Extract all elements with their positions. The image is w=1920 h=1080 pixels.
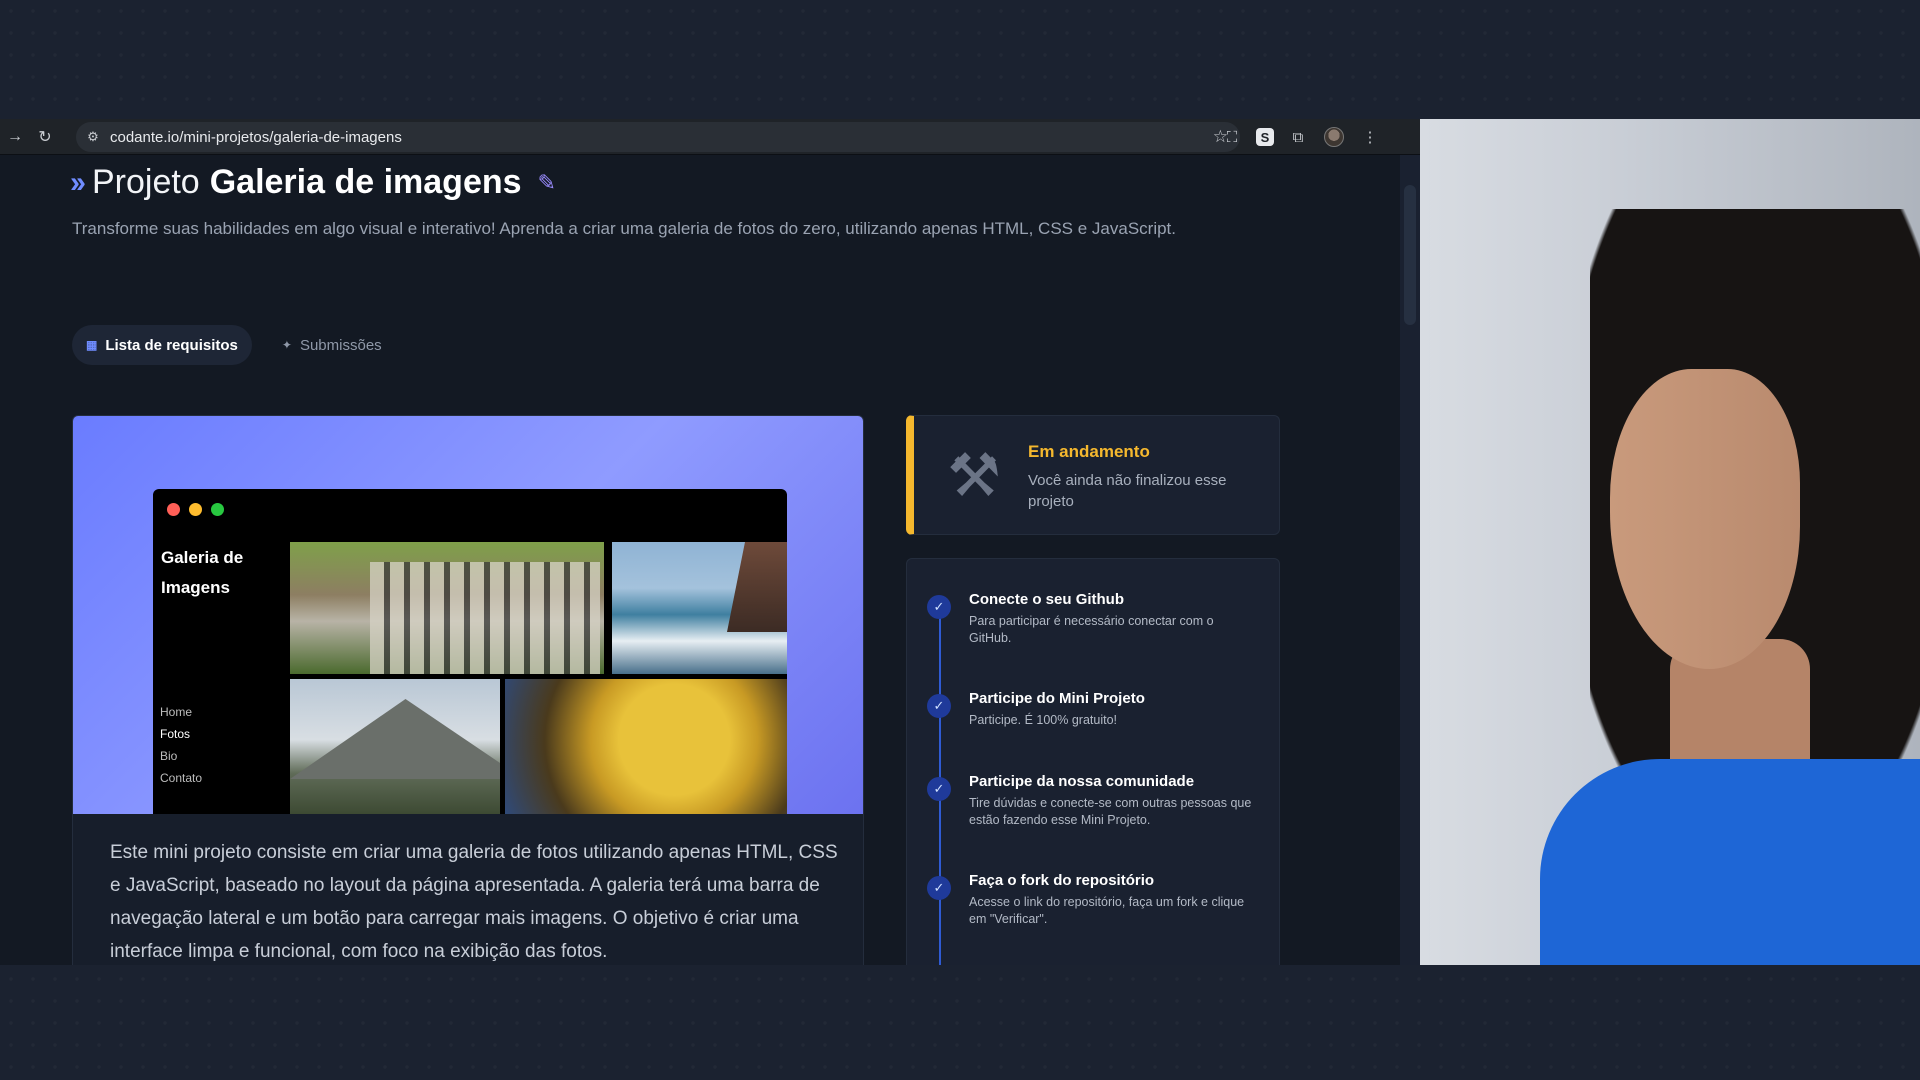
browser-toolbar: → ↻ ⚙ codante.io/mini-projetos/galeria-d… — [0, 119, 1420, 155]
tab-bar: ▦ Lista de requisitos ✦ Submissões — [72, 325, 396, 365]
tab-requirements[interactable]: ▦ Lista de requisitos — [72, 325, 252, 365]
step-title: Participe do Mini Projeto — [969, 690, 1145, 707]
status-card: ⚒ Em andamento Você ainda não finalizou … — [906, 415, 1280, 535]
yellow-dot-icon — [189, 503, 202, 516]
check-icon: ✓ — [927, 595, 951, 619]
profile-avatar[interactable] — [1322, 125, 1346, 149]
address-bar[interactable]: ⚙ codante.io/mini-projetos/galeria-de-im… — [76, 122, 1240, 152]
sparkle-icon: ✦ — [281, 338, 292, 352]
mockup-title: Galeria de Imagens — [161, 548, 244, 597]
window-dots — [167, 503, 224, 516]
mockup-nav: Home Fotos Bio Contato — [160, 701, 202, 789]
mockup-nav-item: Bio — [160, 749, 178, 763]
double-chevron-icon: ›› — [70, 165, 86, 199]
page-content: ›› Projeto Galeria de imagens ✎ Transfor… — [0, 155, 1400, 965]
page-subtitle: Transforme suas habilidades em algo visu… — [72, 219, 1176, 238]
screenshot-icon[interactable]: ⛶ — [1220, 125, 1244, 149]
step-text: Acesse o link do repositório, faça um fo… — [969, 895, 1245, 926]
check-icon: ✓ — [927, 777, 951, 801]
extension-s-icon[interactable]: S — [1256, 128, 1274, 146]
page-scrollbar[interactable] — [1400, 155, 1420, 965]
photo-building — [290, 542, 604, 674]
extensions-puzzle-icon[interactable]: ⧉ — [1286, 125, 1310, 149]
forward-icon[interactable]: → — [0, 128, 30, 146]
extension-bar: ⛶ S ⧉ ⋮ — [1220, 119, 1382, 155]
photo-yellow-tree — [505, 679, 787, 814]
title-project-name: Galeria de imagens — [209, 163, 522, 201]
step-text: Tire dúvidas e conecte-se com outras pes… — [969, 796, 1252, 827]
photo-waves — [612, 542, 787, 674]
tools-icon: ⚒ — [947, 442, 1001, 509]
check-icon: ✓ — [927, 876, 951, 900]
scroll-thumb[interactable] — [1404, 185, 1416, 325]
check-icon: ✓ — [927, 694, 951, 718]
webcam-overlay — [1420, 119, 1920, 965]
more-menu-icon[interactable]: ⋮ — [1358, 125, 1382, 149]
reload-icon[interactable]: ↻ — [30, 127, 60, 147]
tab-label: Submissões — [299, 336, 382, 354]
project-description: Este mini projeto consiste em criar uma … — [110, 842, 838, 962]
photo-mountain — [290, 679, 500, 814]
presenter-shirt — [1540, 759, 1920, 965]
mockup-nav-item: Fotos — [160, 727, 191, 741]
step-title: Conecte o seu Github — [969, 591, 1125, 608]
tab-submissions[interactable]: ✦ Submissões — [268, 325, 396, 365]
title-prefix: Projeto — [91, 163, 200, 201]
site-settings-icon[interactable]: ⚙ — [76, 129, 110, 145]
edit-icon[interactable]: ✎ — [538, 170, 556, 196]
browser-window: → ↻ ⚙ codante.io/mini-projetos/galeria-d… — [0, 119, 1420, 965]
mockup-nav-item: Contato — [160, 771, 203, 785]
status-text: Você ainda não finalizou esse projeto — [1028, 472, 1227, 510]
red-dot-icon — [167, 503, 180, 516]
steps-card: ✓ Conecte o seu Github Para participar é… — [906, 558, 1280, 965]
grid-icon: ▦ — [86, 338, 98, 352]
page-title: ›› Projeto Galeria de imagens ✎ — [70, 163, 556, 202]
status-title: Em andamento — [1028, 442, 1150, 461]
step-title: Faça o fork do repositório — [969, 872, 1155, 889]
mockup-nav-item: Home — [160, 705, 193, 719]
project-preview-image: Galeria de Imagens Home Fotos Bio Contat… — [73, 416, 863, 814]
url-text[interactable]: codante.io/mini-projetos/galeria-de-imag… — [110, 129, 402, 146]
tab-label: Lista de requisitos — [105, 336, 238, 354]
step-title: Participe da nossa comunidade — [969, 773, 1195, 790]
green-dot-icon — [211, 503, 224, 516]
step-text: Participe. É 100% gratuito! — [969, 713, 1117, 727]
gallery-mockup: Galeria de Imagens Home Fotos Bio Contat… — [153, 489, 787, 814]
step-text: Para participar é necessário conectar co… — [969, 614, 1214, 645]
project-card: Galeria de Imagens Home Fotos Bio Contat… — [72, 415, 864, 965]
